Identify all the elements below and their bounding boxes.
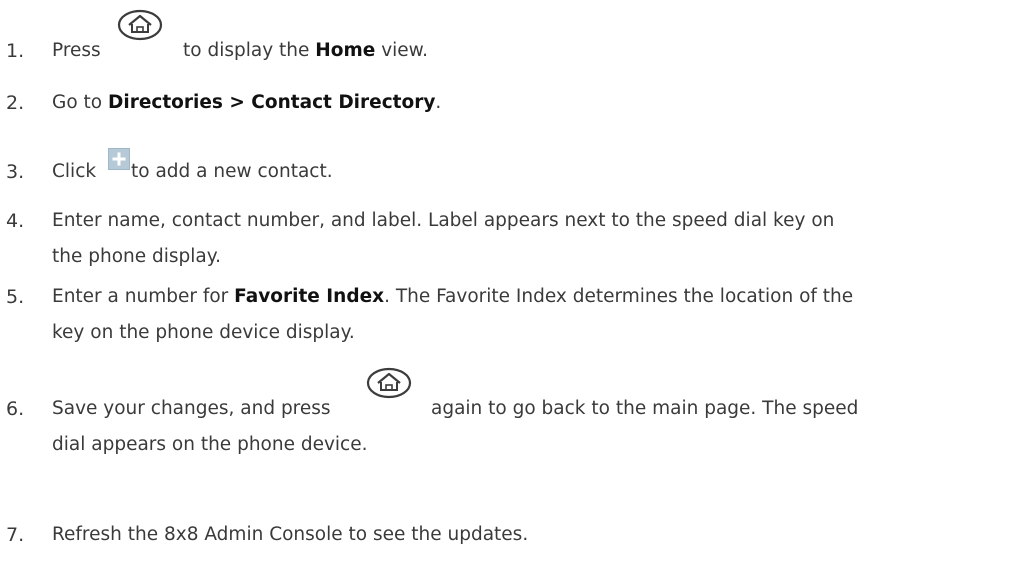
- step-text-tail: to display the Home view.: [183, 40, 428, 61]
- directories-path: Directories > Contact Directory: [108, 92, 436, 113]
- step-text-line2: the phone display.: [52, 246, 221, 267]
- step-text: Click: [52, 161, 97, 182]
- step-text-line1: Save your changes, and press: [52, 398, 331, 419]
- step-number: 2.: [6, 92, 25, 114]
- step-3: 3. Click to add a new contact.: [0, 148, 1013, 189]
- step-text-line1: Enter a number for Favorite Index. The F…: [52, 286, 854, 307]
- step-number: 7.: [6, 524, 25, 546]
- step-number: 5.: [6, 286, 25, 308]
- step-text: Go to Directories > Contact Directory.: [52, 92, 442, 113]
- home-icon: [364, 366, 414, 400]
- step-text: Press: [52, 40, 101, 61]
- step-number: 1.: [6, 40, 25, 62]
- step-number: 6.: [6, 398, 25, 420]
- step-5: 5. Enter a number for Favorite Index. Th…: [0, 280, 1013, 348]
- plus-icon: [108, 148, 130, 170]
- step-number: 3.: [6, 161, 25, 183]
- home-keyword: Home: [315, 40, 376, 61]
- step-text-line2: key on the phone device display.: [52, 322, 355, 343]
- step-6: 6. Save your changes, and press again to…: [0, 367, 1013, 460]
- step-text-line1-tail: again to go back to the main page. The s…: [431, 398, 859, 419]
- step-text-line1: Enter name, contact number, and label. L…: [52, 210, 835, 231]
- step-2: 2. Go to Directories > Contact Directory…: [0, 86, 1013, 120]
- step-number: 4.: [6, 210, 25, 232]
- step-1: 1. Press to display the Home view.: [0, 9, 1013, 68]
- step-text-line2: dial appears on the phone device.: [52, 434, 368, 455]
- step-4: 4. Enter name, contact number, and label…: [0, 204, 1013, 272]
- step-text: Refresh the 8x8 Admin Console to see the…: [52, 524, 529, 545]
- home-icon: [115, 8, 165, 42]
- step-text-tail: to add a new contact.: [131, 161, 333, 182]
- favorite-index-keyword: Favorite Index: [234, 286, 385, 307]
- step-7: 7. Refresh the 8x8 Admin Console to see …: [0, 518, 1013, 552]
